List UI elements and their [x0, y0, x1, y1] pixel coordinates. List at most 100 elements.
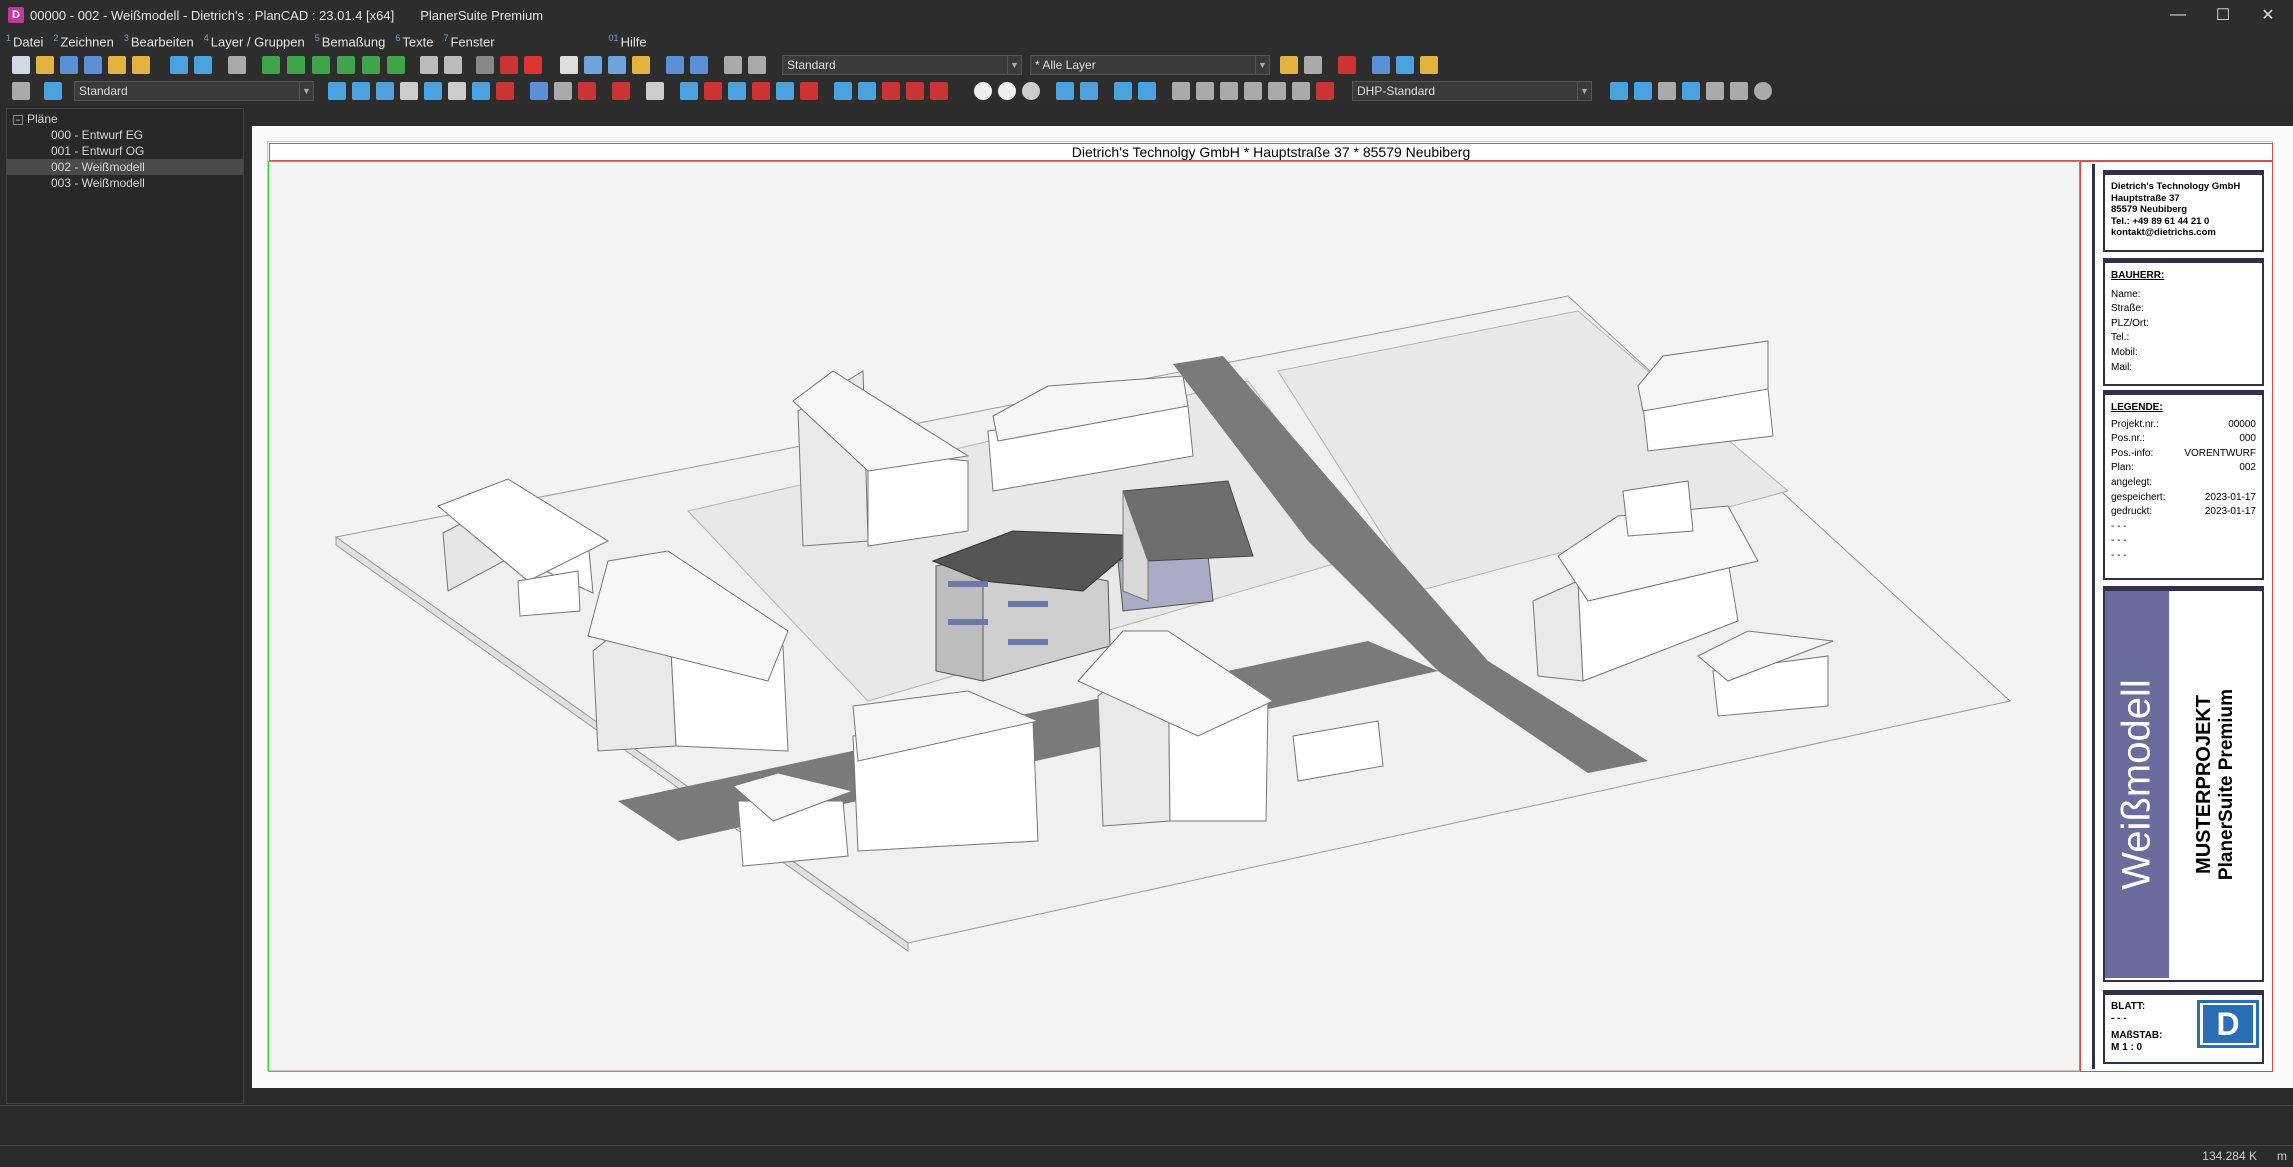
print-small-icon[interactable] — [12, 82, 30, 100]
layout-5-icon[interactable] — [362, 56, 380, 74]
pdf-icon[interactable] — [524, 56, 542, 74]
undo-icon[interactable] — [170, 56, 188, 74]
polyline-icon[interactable] — [376, 82, 394, 100]
text-5-icon[interactable] — [1268, 82, 1286, 100]
maximize-button[interactable]: ☐ — [2200, 0, 2246, 30]
layers-icon[interactable] — [724, 56, 742, 74]
menu-bemassung[interactable]: 5 Bemaßung — [315, 33, 386, 49]
layer-select[interactable]: * Alle Layer ▼ — [1030, 55, 1270, 75]
menu-zeichnen[interactable]: 2 Zeichnen — [53, 33, 114, 49]
dim-6-icon[interactable] — [800, 82, 818, 100]
print-icon[interactable] — [420, 56, 438, 74]
dim-9-icon[interactable] — [882, 82, 900, 100]
minimize-button[interactable]: — — [2155, 0, 2201, 30]
tree-root-plans[interactable]: − Pläne — [7, 111, 243, 127]
view-4-icon[interactable] — [1682, 82, 1700, 100]
pencil-icon[interactable] — [44, 82, 62, 100]
fill-icon[interactable] — [554, 82, 572, 100]
folder-icon[interactable] — [108, 56, 126, 74]
layout-6-icon[interactable] — [387, 56, 405, 74]
image-icon[interactable] — [228, 56, 246, 74]
tree-item-plan-000[interactable]: 000 - Entwurf EG — [7, 127, 243, 143]
print-2-icon[interactable] — [1372, 56, 1390, 74]
sphere-2-icon[interactable] — [998, 82, 1016, 100]
text-2-icon[interactable] — [1196, 82, 1214, 100]
export-icon[interactable] — [132, 56, 150, 74]
print-preview-icon[interactable] — [444, 56, 462, 74]
menu-hilfe[interactable]: 01 Hilfe — [609, 33, 647, 49]
dim-10-icon[interactable] — [906, 82, 924, 100]
sphere-1-icon[interactable] — [974, 82, 992, 100]
new-file-icon[interactable] — [12, 56, 30, 74]
view-2-icon[interactable] — [1634, 82, 1652, 100]
window-2-icon[interactable] — [690, 56, 708, 74]
view-5-icon[interactable] — [1706, 82, 1724, 100]
redo-icon[interactable] — [194, 56, 212, 74]
line-style-select[interactable]: Standard ▼ — [74, 81, 314, 101]
style-select[interactable]: Standard ▼ — [782, 55, 1022, 75]
hatch-icon[interactable] — [530, 82, 548, 100]
window-1-icon[interactable] — [666, 56, 684, 74]
measure-icon[interactable] — [646, 82, 664, 100]
text-4-icon[interactable] — [1244, 82, 1262, 100]
snap-2-icon[interactable] — [1080, 82, 1098, 100]
copy-special-icon[interactable] — [608, 56, 626, 74]
view-7-icon[interactable] — [1754, 82, 1772, 100]
erase-icon[interactable] — [578, 82, 596, 100]
text-1-icon[interactable] — [1172, 82, 1190, 100]
layer-tool-1-icon[interactable] — [1280, 56, 1298, 74]
tree-item-plan-003[interactable]: 003 - Weißmodell — [7, 175, 243, 191]
spline-icon[interactable] — [472, 82, 490, 100]
trim-icon[interactable] — [496, 82, 514, 100]
dim-7-icon[interactable] — [834, 82, 852, 100]
text-7-icon[interactable] — [1316, 82, 1334, 100]
snap-4-icon[interactable] — [1138, 82, 1156, 100]
save-all-icon[interactable] — [84, 56, 102, 74]
layer-tool-2-icon[interactable] — [1304, 56, 1322, 74]
dim-2-icon[interactable] — [704, 82, 722, 100]
menu-datei[interactable]: 1 Datei — [6, 33, 43, 49]
layers-2-icon[interactable] — [748, 56, 766, 74]
snap-1-icon[interactable] — [1056, 82, 1074, 100]
image-export-icon[interactable] — [500, 56, 518, 74]
delete-icon[interactable] — [1338, 56, 1356, 74]
copy-icon[interactable] — [584, 56, 602, 74]
paste-icon[interactable] — [632, 56, 650, 74]
dim-3-icon[interactable] — [728, 82, 746, 100]
layout-2-icon[interactable] — [287, 56, 305, 74]
dim-11-icon[interactable] — [930, 82, 948, 100]
save-icon[interactable] — [60, 56, 78, 74]
close-button[interactable]: ✕ — [2245, 0, 2291, 30]
menu-layer-gruppen[interactable]: 4 Layer / Gruppen — [204, 33, 305, 49]
view-3-icon[interactable] — [1658, 82, 1676, 100]
collapse-icon[interactable]: − — [13, 115, 23, 125]
arc-icon[interactable] — [424, 82, 442, 100]
circle-icon[interactable] — [448, 82, 466, 100]
menu-texte[interactable]: 6 Texte — [395, 33, 433, 49]
brush-icon[interactable] — [1420, 56, 1438, 74]
open-folder-icon[interactable] — [36, 56, 54, 74]
block-icon[interactable] — [612, 82, 630, 100]
dim-1-icon[interactable] — [680, 82, 698, 100]
sphere-3-icon[interactable] — [1022, 82, 1040, 100]
dim-4-icon[interactable] — [752, 82, 770, 100]
angle-icon[interactable] — [1396, 56, 1414, 74]
layout-4-icon[interactable] — [337, 56, 355, 74]
line-icon[interactable] — [352, 82, 370, 100]
text-3-icon[interactable] — [1220, 82, 1238, 100]
view-6-icon[interactable] — [1730, 82, 1748, 100]
cut-icon[interactable] — [560, 56, 578, 74]
menu-fenster[interactable]: 7 Fenster — [443, 33, 494, 49]
rectangle-icon[interactable] — [400, 82, 418, 100]
menu-bearbeiten[interactable]: 3 Bearbeiten — [124, 33, 194, 49]
text-6-icon[interactable] — [1292, 82, 1310, 100]
layout-1-icon[interactable] — [262, 56, 280, 74]
layout-3-icon[interactable] — [312, 56, 330, 74]
dim-8-icon[interactable] — [858, 82, 876, 100]
dim-style-select[interactable]: DHP-Standard ▼ — [1352, 81, 1592, 101]
dim-5-icon[interactable] — [776, 82, 794, 100]
tree-item-plan-001[interactable]: 001 - Entwurf OG — [7, 143, 243, 159]
view-1-icon[interactable] — [1610, 82, 1628, 100]
snap-3-icon[interactable] — [1114, 82, 1132, 100]
point-icon[interactable] — [328, 82, 346, 100]
